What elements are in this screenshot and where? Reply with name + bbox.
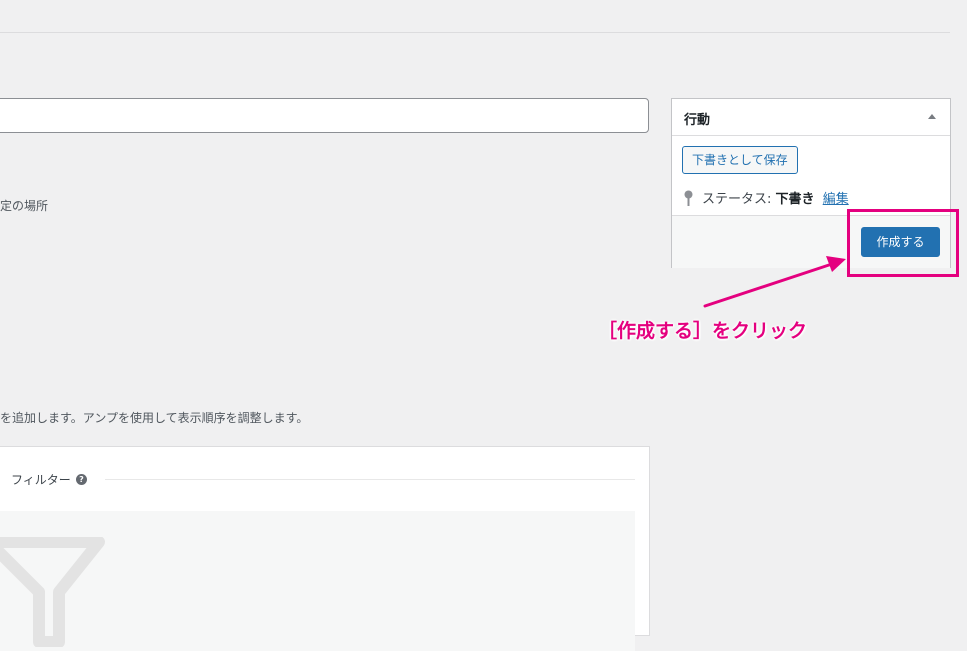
filter-divider [105,479,635,480]
save-draft-button[interactable]: 下書きとして保存 [682,146,798,174]
edit-status-link[interactable]: 編集 [823,192,849,207]
funnel-icon [0,537,105,647]
help-icon[interactable]: ? [76,474,87,485]
status-label: ステータス: [702,192,772,207]
location-text: 定の場所 [0,199,49,213]
create-button[interactable]: 作成する [861,227,940,257]
callout-text: ［作成する］をクリック [598,320,808,342]
collapse-arrow-icon[interactable] [928,114,936,119]
status-value: 下書き [775,192,815,207]
top-divider [0,32,950,33]
title-input[interactable] [0,98,649,133]
filter-panel: フィルター ? [0,446,650,651]
action-box-header[interactable]: 行動 [672,99,950,136]
action-box-title: 行動 [684,113,711,128]
status-row: ステータス: 下書き 編集 [684,188,849,207]
help-text: を追加します。アンプを使用して表示順序を調整します。 [0,411,309,425]
pin-icon [684,190,693,206]
filter-label: フィルター [11,473,71,487]
